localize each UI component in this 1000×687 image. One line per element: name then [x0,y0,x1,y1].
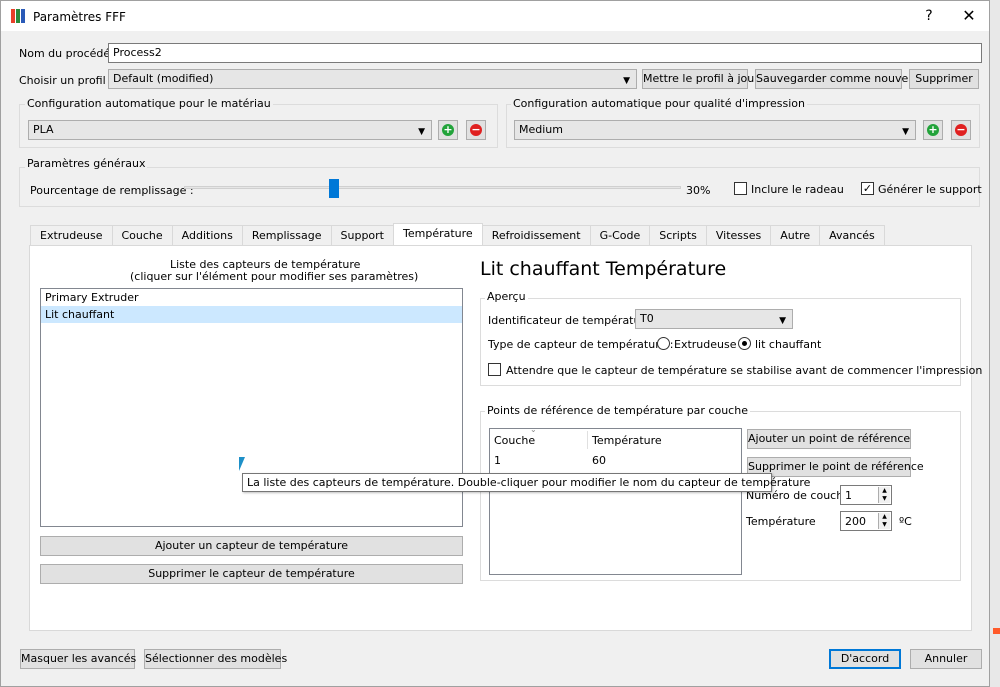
add-quality-button[interactable]: + [923,120,943,140]
tab-extrudeuse[interactable]: Extrudeuse [30,225,113,246]
add-sensor-button[interactable]: Ajouter un capteur de température [40,536,463,556]
delete-profile-button[interactable]: Supprimer [909,69,979,89]
chevron-down-icon: ▼ [779,316,786,326]
infill-slider-track[interactable] [184,186,681,189]
minus-icon: − [955,123,967,136]
overview-title: Aperçu [485,290,528,303]
type-extruder-radio[interactable] [657,337,670,350]
material-select[interactable]: PLA ▼ [28,120,432,140]
tab-couche[interactable]: Couche [111,225,173,246]
type-bed-label: lit chauffant [755,338,822,351]
app-logo-icon [11,9,25,23]
auto-material-title: Configuration automatique pour le matéri… [25,97,273,110]
temp-id-value: T0 [640,312,654,325]
quality-select[interactable]: Medium ▼ [514,120,916,140]
tab-avances[interactable]: Avancés [819,225,885,246]
support-label: Générer le support [878,183,982,196]
chevron-down-icon: ▼ [418,127,425,137]
temperature-tab-panel: Liste des capteurs de température (cliqu… [29,245,982,631]
setpoints-title: Points de référence de température par c… [485,404,750,417]
general-settings-title: Paramètres généraux [25,157,148,170]
list-item[interactable]: Primary Extruder [41,289,462,306]
hide-advanced-button[interactable]: Masquer les avancés [20,649,136,669]
process-name-input[interactable]: Process2 [108,43,982,63]
tab-gcode[interactable]: G-Code [589,225,651,246]
tab-refroidissement[interactable]: Refroidissement [481,225,591,246]
tab-autre[interactable]: Autre [770,225,821,246]
tab-temperature[interactable]: Température [393,223,483,246]
chevron-down-icon: ▼ [623,76,630,86]
title-bar: Paramètres FFF ? ✕ [1,1,989,31]
sensor-detail-heading: Lit chauffant Température [480,258,727,280]
profile-select-value: Default (modified) [113,72,214,85]
mouse-cursor-icon [239,457,245,471]
table-cell-temperature[interactable]: 60 [592,453,606,469]
infill-slider-handle[interactable] [329,179,339,198]
plus-icon: + [442,123,454,136]
plus-icon: + [927,123,939,136]
tab-vitesses[interactable]: Vitesses [705,225,772,246]
temp-id-select[interactable]: T0 ▼ [635,309,793,329]
ok-button[interactable]: D'accord [829,649,901,669]
stepper-arrows-icon[interactable]: ▲ ▼ [878,513,890,529]
cancel-button[interactable]: Annuler [910,649,982,669]
background-accent [993,628,1000,634]
raft-checkbox[interactable] [734,182,747,195]
profile-select[interactable]: Default (modified) ▼ [108,69,637,89]
sensor-type-label: Type de capteur de température : [488,338,674,351]
type-bed-radio[interactable] [738,337,751,350]
profile-label: Choisir un profil : [19,74,113,87]
auto-quality-title: Configuration automatique pour qualité d… [511,97,808,110]
infill-value: 30% [686,184,711,197]
layer-number-stepper[interactable]: 1 ▲ ▼ [840,485,892,505]
list-item[interactable]: Lit chauffant [41,306,462,323]
temp-id-label: Identificateur de température [488,314,652,327]
tab-support[interactable]: Support [330,225,394,246]
select-models-button[interactable]: Sélectionner des modèles [144,649,287,669]
column-divider [587,431,588,449]
column-header-layer[interactable]: Couche [494,433,535,449]
minus-icon: − [470,123,482,136]
wait-stabilize-checkbox[interactable] [488,363,501,376]
remove-material-button[interactable]: − [466,120,486,140]
save-new-profile-button[interactable]: Sauvegarder comme nouveau [755,69,922,89]
tab-additions[interactable]: Additions [171,225,243,246]
wait-stabilize-label: Attendre que le capteur de température s… [506,364,983,377]
material-select-value: PLA [33,123,54,136]
temperature-stepper[interactable]: 200 ▲ ▼ [840,511,892,531]
add-setpoint-button[interactable]: Ajouter un point de référence [747,429,911,449]
temperature-value: 200 [845,515,866,528]
column-header-temperature[interactable]: Température [592,433,662,449]
window-title: Paramètres FFF [33,10,126,24]
stepper-arrows-icon[interactable]: ▲ ▼ [878,487,890,503]
chevron-down-icon: ▼ [902,127,909,137]
temperature-label: Température [746,515,816,528]
setpoints-table[interactable]: ⌄ Couche Température 1 60 [489,425,742,575]
table-cell-layer[interactable]: 1 [494,453,501,469]
settings-tabs: Extrudeuse Couche Additions Remplissage … [30,223,885,246]
process-name-label: Nom du procédé : [19,47,118,60]
tab-scripts[interactable]: Scripts [649,225,707,246]
temperature-unit: ºC [899,515,912,528]
update-profile-button[interactable]: Mettre le profil à jour [642,69,759,89]
tab-remplissage[interactable]: Remplissage [241,225,332,246]
remove-quality-button[interactable]: − [951,120,971,140]
quality-select-value: Medium [519,123,563,136]
raft-label: Inclure le radeau [751,183,844,196]
type-extruder-label: Extrudeuse [674,338,737,351]
background-area [990,0,1000,687]
add-material-button[interactable]: + [438,120,458,140]
fff-settings-dialog: Paramètres FFF ? ✕ Nom du procédé : Proc… [0,0,990,687]
close-button[interactable]: ✕ [957,6,981,26]
sensor-list-subheader: (cliquer sur l'élément pour modifier ses… [130,270,419,283]
infill-label: Pourcentage de remplissage : [30,184,194,197]
checkmark-icon: ✓ [862,182,873,195]
remove-sensor-button[interactable]: Supprimer le capteur de température [40,564,463,584]
sensor-list-tooltip: La liste des capteurs de température. Do… [242,473,810,492]
support-checkbox[interactable]: ✓ [861,182,874,195]
layer-number-value: 1 [845,489,852,502]
help-button[interactable]: ? [919,6,939,26]
